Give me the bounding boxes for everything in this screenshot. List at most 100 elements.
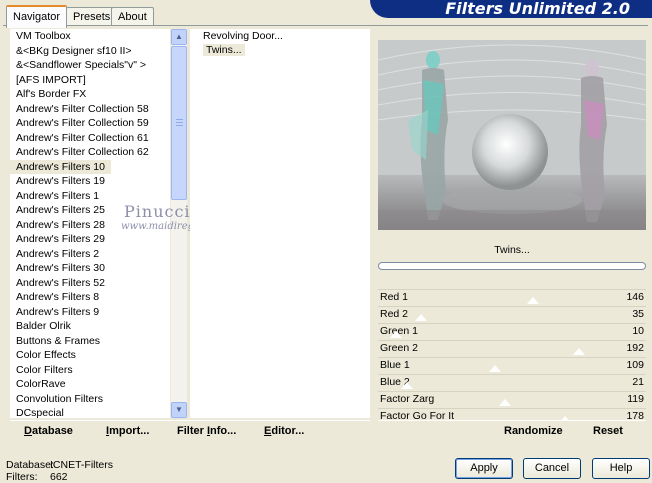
category-item[interactable]: Andrew's Filters 1 [10,189,170,204]
import-button-label: mport... [109,425,150,437]
slider-thumb[interactable] [415,314,427,321]
param-slider[interactable]: Blue 2 21 [378,374,646,391]
reset-button[interactable]: Reset [593,425,623,437]
category-item[interactable]: Color Effects [10,348,170,363]
progress-bar [378,262,646,270]
thumb-grip [176,119,183,120]
scroll-up-button[interactable]: ▲ [171,29,187,45]
category-item-label: Andrew's Filters 9 [16,305,100,318]
category-item-label: Andrew's Filters 10 [10,159,111,174]
scroll-thumb[interactable] [171,46,187,200]
filter-list[interactable]: Revolving Door... Twins... [190,29,370,418]
param-slider[interactable]: Factor Zarg 119 [378,391,646,408]
category-item-label: Andrew's Filters 30 [16,262,105,274]
param-slider[interactable]: Red 1 146 [378,289,646,306]
category-item[interactable]: Andrew's Filters 52 [10,276,170,291]
status-database-value: ICNET-Filters [50,459,113,471]
apply-button[interactable]: Apply [455,458,513,479]
import-button[interactable]: Import... [106,425,149,437]
database-button[interactable]: Database [24,425,73,437]
filter-info-button[interactable]: Filter Info... [177,425,236,437]
category-item[interactable]: DCspecial [10,406,170,418]
category-item-label: Alf's Border FX [16,88,87,100]
randomize-button[interactable]: Randomize [504,425,563,437]
app-banner: Filters Unlimited 2.0 [370,0,652,18]
slider-thumb[interactable] [573,348,585,355]
category-item-label: Andrew's Filters 2 [16,247,100,260]
param-label: Blue 1 [380,359,410,371]
category-item[interactable]: Andrew's Filters 10 [10,159,170,174]
status-filters-value: 662 [50,471,68,483]
param-slider[interactable]: Green 2 192 [378,340,646,357]
category-item[interactable]: Andrew's Filter Collection 61 [10,131,170,146]
category-item[interactable]: &<Sandflower Specials"v" > [10,58,170,73]
param-label: Green 2 [380,342,418,354]
param-value: 109 [626,359,644,371]
param-slider[interactable]: Green 1 10 [378,323,646,340]
category-item[interactable]: ColorRave [10,377,170,392]
category-item-label: DCspecial [16,407,64,418]
category-item[interactable]: [AFS IMPORT] [10,73,170,88]
param-value: 35 [632,308,644,320]
category-item[interactable]: Andrew's Filters 8 [10,290,170,305]
slider-thumb[interactable] [489,365,501,372]
tab-about[interactable]: About [111,7,154,26]
category-item-label: ColorRave [16,378,66,390]
category-item-label: Convolution Filters [16,392,103,405]
category-item-label: Andrew's Filters 29 [16,233,105,245]
category-item[interactable]: Andrew's Filters 30 [10,261,170,276]
param-slider[interactable]: Blue 1 109 [378,357,646,374]
category-item-label: [AFS IMPORT] [16,73,86,86]
slider-thumb[interactable] [527,297,539,304]
tab-panel-border [3,25,648,26]
category-item[interactable]: Alf's Border FX [10,87,170,102]
filter-item[interactable]: Revolving Door... [190,29,370,43]
category-item-label: Andrew's Filter Collection 61 [16,131,149,144]
status-filters-label: Filters: [6,471,38,483]
category-item-label: Andrew's Filters 52 [16,276,105,289]
category-item-label: Andrew's Filters 19 [16,175,105,187]
preview-artwork [378,40,646,230]
category-item[interactable]: Andrew's Filter Collection 59 [10,116,170,131]
slider-thumb[interactable] [390,331,402,338]
category-item[interactable]: Andrew's Filters 2 [10,247,170,262]
category-item[interactable]: Color Filters [10,363,170,378]
category-item-label: Andrew's Filter Collection 59 [16,117,149,129]
help-button[interactable]: Help [592,458,650,479]
category-item[interactable]: Andrew's Filter Collection 62 [10,145,170,160]
filter-item[interactable]: Twins... [190,43,370,57]
category-item[interactable]: &<BKg Designer sf10 II> [10,44,170,59]
editor-button[interactable]: Editor... [264,425,304,437]
editor-button-label: ditor... [271,425,305,437]
thumb-grip [176,122,183,123]
category-item-label: Andrew's Filter Collection 58 [16,102,149,115]
scroll-down-button[interactable]: ▼ [171,402,187,418]
category-item[interactable]: Andrew's Filters 9 [10,305,170,320]
category-item[interactable]: Andrew's Filters 19 [10,174,170,189]
slider-thumb[interactable] [401,382,413,389]
slider-thumb[interactable] [499,399,511,406]
category-item[interactable]: Buttons & Frames [10,334,170,349]
parameter-sliders[interactable]: Red 1 146 Red 2 35 Green 1 10 Green 2 192 Blue 1… [378,289,646,425]
category-item[interactable]: Andrew's Filters 29 [10,232,170,247]
tab-presets[interactable]: Presets [66,7,118,26]
param-value: 119 [627,393,644,405]
param-slider[interactable]: Red 2 35 [378,306,646,323]
category-item-label: Andrew's Filter Collection 62 [16,146,149,158]
param-label: Red 2 [380,308,409,320]
category-item-label: VM Toolbox [16,30,71,42]
category-item[interactable]: Convolution Filters [10,392,170,407]
param-value: 146 [626,291,644,303]
current-filter-name: Twins... [378,240,646,260]
filter-item-label: Twins... [203,44,245,56]
category-item-label: &<BKg Designer sf10 II> [16,44,132,57]
category-item-label: Color Effects [16,349,76,361]
cancel-button[interactable]: Cancel [523,458,581,479]
category-item[interactable]: Balder Olrik [10,319,170,334]
preview-toolbar: Randomize Reset [378,420,646,443]
tab-navigator[interactable]: Navigator [6,5,68,28]
category-item-label: Andrew's Filters 8 [16,291,100,303]
database-button-label: atabase [31,425,73,437]
category-item[interactable]: Andrew's Filter Collection 58 [10,102,170,117]
category-item[interactable]: VM Toolbox [10,29,170,44]
